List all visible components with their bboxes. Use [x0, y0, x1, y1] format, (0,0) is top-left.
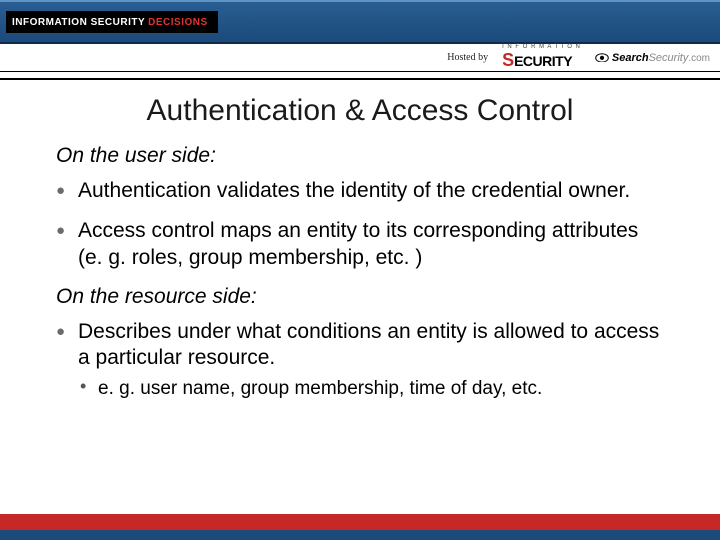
sponsor-strip: Hosted by I N F O R M A T I O N SECURITY…: [0, 44, 720, 72]
security-s-letter: S: [502, 50, 514, 70]
bullet-item: Access control maps an entity to its cor…: [56, 218, 664, 271]
footer-red-bar: [0, 514, 720, 530]
slide: INFORMATION SECURITY DECISIONS Hosted by…: [0, 0, 720, 540]
search-suffix: .com: [688, 53, 710, 64]
search-bold: Search: [612, 52, 649, 64]
content-area: Authentication & Access Control On the u…: [0, 80, 720, 514]
sub-bullet-item: e. g. user name, group membership, time …: [78, 377, 664, 402]
bullet-text: Describes under what conditions an entit…: [78, 320, 659, 369]
hosted-by-label: Hosted by: [447, 52, 488, 63]
bullet-list: Describes under what conditions an entit…: [56, 319, 664, 402]
slide-title: Authentication & Access Control: [56, 94, 664, 128]
bullet-item: Describes under what conditions an entit…: [56, 319, 664, 402]
top-banner: INFORMATION SECURITY DECISIONS: [0, 0, 720, 44]
bullet-list: Authentication validates the identity of…: [56, 178, 664, 271]
security-word: ECURITY: [514, 53, 572, 69]
search-italic: Security: [649, 52, 689, 64]
sub-bullet-list: e. g. user name, group membership, time …: [78, 377, 664, 402]
footer: [0, 514, 720, 540]
brand-text-a: INFORMATION SECURITY: [12, 17, 145, 28]
brand-text-b: DECISIONS: [148, 17, 208, 28]
section-heading: On the resource side:: [56, 285, 664, 309]
footer-blue-bar: [0, 530, 720, 540]
brand-logo: INFORMATION SECURITY DECISIONS: [6, 11, 218, 33]
bullet-item: Authentication validates the identity of…: [56, 178, 664, 204]
information-security-logo: I N F O R M A T I O N SECURITY: [502, 45, 581, 71]
section-heading: On the user side:: [56, 144, 664, 168]
searchsecurity-logo: SearchSecurity.com: [595, 52, 710, 64]
eye-icon: [595, 53, 609, 63]
